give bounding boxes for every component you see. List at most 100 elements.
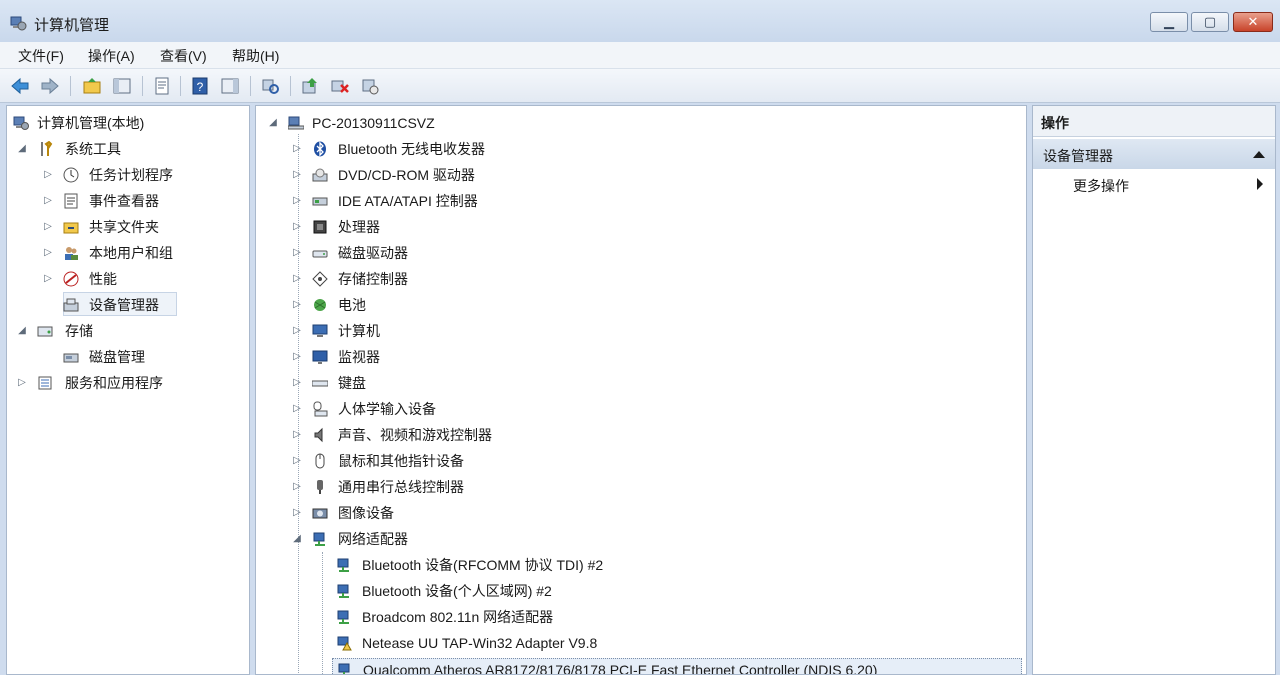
expand-arrow-icon[interactable]: ▷ bbox=[292, 346, 302, 368]
usb-icon bbox=[317, 480, 323, 494]
device-category-dvd[interactable]: ▷ DVD/CD-ROM 驱动器 bbox=[292, 164, 1012, 186]
tree-item-disk-management[interactable]: 磁盘管理 bbox=[11, 346, 249, 368]
tree-label: 声音、视频和游戏控制器 bbox=[338, 427, 492, 443]
expand-arrow-icon[interactable]: ▷ bbox=[292, 424, 302, 446]
section-label: 设备管理器 bbox=[1043, 148, 1113, 164]
network-adapter-icon bbox=[337, 558, 349, 572]
expand-arrow-icon[interactable]: ▷ bbox=[292, 502, 302, 524]
expand-arrow-icon[interactable]: ▷ bbox=[292, 398, 302, 420]
forward-arrow-icon[interactable] bbox=[40, 76, 60, 96]
device-category-network[interactable]: ◢ 网络适配器 bbox=[292, 528, 1012, 550]
expand-arrow-icon[interactable]: ▷ bbox=[292, 164, 302, 186]
expand-arrow-icon[interactable]: ▷ bbox=[292, 450, 302, 472]
show-hide-action-pane-icon[interactable] bbox=[220, 76, 240, 96]
svg-text:?: ? bbox=[197, 80, 204, 94]
imaging-device-icon bbox=[312, 508, 328, 519]
tree-label: 本地用户和组 bbox=[89, 245, 173, 261]
device-category-computer[interactable]: ▷ 计算机 bbox=[292, 320, 1012, 342]
device-category-mouse[interactable]: ▷ 鼠标和其他指针设备 bbox=[292, 450, 1012, 472]
network-adapter-item[interactable]: Broadcom 802.11n 网络适配器 bbox=[336, 606, 1016, 628]
device-category-keyboard[interactable]: ▷ 键盘 bbox=[292, 372, 1012, 394]
tree-item-event-viewer[interactable]: ▷ 事件查看器 bbox=[11, 190, 249, 212]
menu-view[interactable]: 查看(V) bbox=[160, 46, 207, 66]
expand-arrow-icon[interactable]: ▷ bbox=[43, 216, 53, 238]
show-hide-console-tree-icon[interactable] bbox=[112, 76, 132, 96]
expand-arrow-icon[interactable]: ▷ bbox=[292, 242, 302, 264]
expand-arrow-icon[interactable]: ▷ bbox=[43, 190, 53, 212]
device-category-sound[interactable]: ▷ 声音、视频和游戏控制器 bbox=[292, 424, 1012, 446]
expand-arrow-icon[interactable]: ▷ bbox=[292, 372, 302, 394]
collapse-arrow-icon[interactable]: ◢ bbox=[17, 138, 27, 160]
tree-item-local-users[interactable]: ▷ 本地用户和组 bbox=[11, 242, 249, 264]
device-category-disk[interactable]: ▷ 磁盘驱动器 bbox=[292, 242, 1012, 264]
menu-action[interactable]: 操作(A) bbox=[88, 46, 135, 66]
network-adapter-item[interactable]: Bluetooth 设备(个人区域网) #2 bbox=[336, 580, 1016, 602]
tree-item-system-tools[interactable]: ◢ 系统工具 bbox=[11, 138, 249, 160]
tree-label: PC-20130911CSVZ bbox=[312, 115, 435, 131]
collapse-arrow-icon[interactable]: ◢ bbox=[17, 320, 27, 342]
battery-icon bbox=[314, 299, 326, 311]
device-category-hid[interactable]: ▷ 人体学输入设备 bbox=[292, 398, 1012, 420]
help-icon[interactable]: ? bbox=[190, 76, 210, 96]
uninstall-device-icon[interactable] bbox=[330, 76, 350, 96]
expand-arrow-icon[interactable]: ▷ bbox=[43, 268, 53, 290]
users-icon bbox=[65, 247, 78, 260]
computer-management-icon bbox=[13, 116, 29, 130]
device-category-storage-controller[interactable]: ▷ 存储控制器 bbox=[292, 268, 1012, 290]
disable-device-icon[interactable] bbox=[360, 76, 380, 96]
pc-icon bbox=[288, 116, 304, 130]
close-button[interactable]: ✕ bbox=[1233, 12, 1273, 32]
expand-arrow-icon[interactable]: ▷ bbox=[43, 164, 53, 186]
tree-label: DVD/CD-ROM 驱动器 bbox=[338, 167, 475, 183]
collapse-arrow-icon[interactable]: ◢ bbox=[292, 528, 302, 550]
expand-arrow-icon[interactable]: ▷ bbox=[43, 242, 53, 264]
expand-arrow-icon[interactable]: ▷ bbox=[292, 190, 302, 212]
network-adapter-item[interactable]: Bluetooth 设备(RFCOMM 协议 TDI) #2 bbox=[336, 554, 1016, 576]
device-category-bluetooth[interactable]: ▷ Bluetooth 无线电收发器 bbox=[292, 138, 1012, 160]
device-category-processor[interactable]: ▷ 处理器 bbox=[292, 216, 1012, 238]
tree-item-computer[interactable]: ◢ PC-20130911CSVZ bbox=[266, 112, 1006, 134]
expand-arrow-icon[interactable]: ▷ bbox=[292, 294, 302, 316]
tree-item-services[interactable]: ▷ 服务和应用程序 bbox=[11, 372, 249, 394]
device-category-ide[interactable]: ▷ IDE ATA/ATAPI 控制器 bbox=[292, 190, 1012, 212]
mouse-icon bbox=[315, 453, 325, 469]
device-category-usb[interactable]: ▷ 通用串行总线控制器 bbox=[292, 476, 1012, 498]
network-adapter-icon bbox=[313, 532, 325, 546]
device-tree-pane: ◢ PC-20130911CSVZ ▷ Bluetooth 无线电收发器 ▷ D… bbox=[255, 105, 1027, 675]
tree-item-task-scheduler[interactable]: ▷ 任务计划程序 bbox=[11, 164, 249, 186]
tree-label: IDE ATA/ATAPI 控制器 bbox=[338, 193, 478, 209]
collapse-section-icon[interactable] bbox=[1253, 151, 1265, 158]
update-driver-icon[interactable] bbox=[300, 76, 320, 96]
submenu-arrow-icon[interactable] bbox=[1257, 178, 1263, 190]
disk-drive-icon bbox=[312, 250, 328, 258]
network-adapter-item[interactable]: Netease UU TAP-Win32 Adapter V9.8 bbox=[336, 632, 1016, 654]
tree-item-root[interactable]: 计算机管理(本地) bbox=[11, 112, 249, 134]
minimize-button[interactable]: ▁ bbox=[1150, 12, 1188, 32]
properties-icon[interactable] bbox=[152, 76, 172, 96]
network-adapter-icon bbox=[337, 584, 349, 598]
expand-arrow-icon[interactable]: ▷ bbox=[292, 320, 302, 342]
menu-help[interactable]: 帮助(H) bbox=[232, 46, 279, 66]
actions-section-device-manager[interactable]: 设备管理器 bbox=[1033, 139, 1275, 169]
device-category-monitor[interactable]: ▷ 监视器 bbox=[292, 346, 1012, 368]
expand-arrow-icon[interactable]: ▷ bbox=[17, 372, 27, 394]
tree-item-storage[interactable]: ◢ 存储 bbox=[11, 320, 249, 342]
network-adapter-item-selected[interactable]: Qualcomm Atheros AR8172/8176/8178 PCI-E … bbox=[332, 658, 1022, 674]
expand-arrow-icon[interactable]: ▷ bbox=[292, 138, 302, 160]
maximize-button[interactable]: ▢ bbox=[1191, 12, 1229, 32]
collapse-arrow-icon[interactable]: ◢ bbox=[268, 112, 278, 134]
menu-file[interactable]: 文件(F) bbox=[18, 46, 64, 66]
device-category-imaging[interactable]: ▷ 图像设备 bbox=[292, 502, 1012, 524]
expand-arrow-icon[interactable]: ▷ bbox=[292, 476, 302, 498]
device-category-battery[interactable]: ▷ 电池 bbox=[292, 294, 1012, 316]
tree-item-shared-folders[interactable]: ▷ 共享文件夹 bbox=[11, 216, 249, 238]
expand-arrow-icon[interactable]: ▷ bbox=[292, 268, 302, 290]
expand-arrow-icon[interactable]: ▷ bbox=[292, 216, 302, 238]
tree-label: 存储控制器 bbox=[338, 271, 408, 287]
scan-hardware-icon[interactable] bbox=[260, 76, 280, 96]
tree-item-device-manager[interactable]: 设备管理器 bbox=[11, 294, 249, 316]
more-actions-link[interactable]: 更多操作 bbox=[1073, 176, 1129, 196]
up-folder-icon[interactable] bbox=[82, 76, 102, 96]
tree-item-performance[interactable]: ▷ 性能 bbox=[11, 268, 249, 290]
back-arrow-icon[interactable] bbox=[10, 76, 30, 96]
